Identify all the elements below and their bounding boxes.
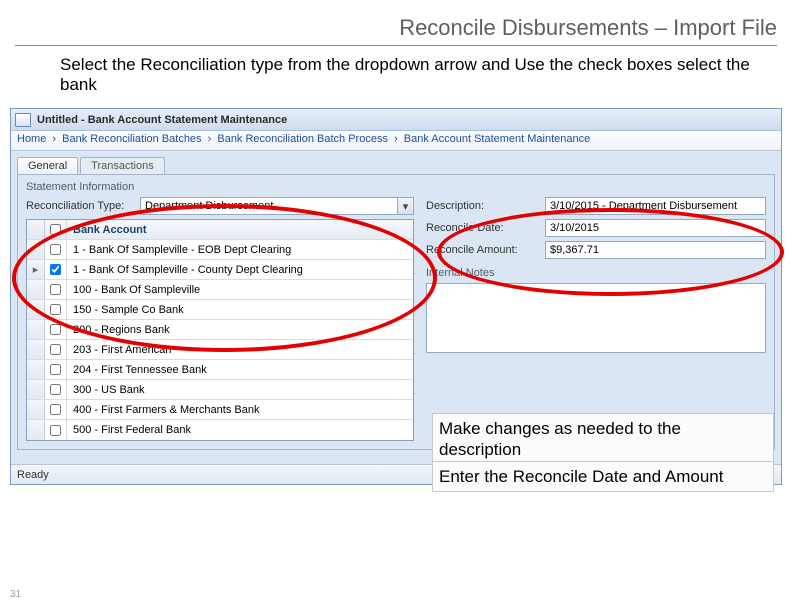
row-checkbox-cell[interactable] [45,340,67,359]
table-row[interactable]: 204 - First Tennessee Bank [27,360,413,380]
row-checkbox[interactable] [50,324,61,335]
tab-transactions[interactable]: Transactions [80,157,165,174]
bank-account-cell: 100 - Bank Of Sampleville [67,280,413,299]
row-checkbox-cell[interactable] [45,320,67,339]
reconcile-date-label: Reconcile Date: [426,222,541,234]
row-checkbox-cell[interactable] [45,300,67,319]
bank-accounts-grid: Bank Account 1 - Bank Of Sampleville - E… [26,219,414,441]
row-gutter [27,340,45,359]
bank-account-cell: 1 - Bank Of Sampleville - EOB Dept Clear… [67,240,413,259]
slide-title: Reconcile Disbursements – Import File [15,15,777,46]
table-row[interactable]: 203 - First American [27,340,413,360]
row-checkbox-cell[interactable] [45,280,67,299]
grid-header-cell[interactable]: Bank Account [67,220,413,239]
reconcile-amount-label: Reconcile Amount: [426,244,541,256]
reconciliation-type-label: Reconciliation Type: [26,200,136,212]
row-checkbox[interactable] [50,244,61,255]
table-row[interactable]: 300 - US Bank [27,380,413,400]
bank-account-cell: 150 - Sample Co Bank [67,300,413,319]
select-all-checkbox[interactable] [50,224,61,235]
row-checkbox[interactable] [50,284,61,295]
status-text: Ready [17,469,49,481]
bank-account-cell: 203 - First American [67,340,413,359]
tab-strip: General Transactions [11,151,781,174]
window-icon [15,113,31,127]
table-row[interactable]: 400 - First Farmers & Merchants Bank [27,400,413,420]
breadcrumb-item[interactable]: Bank Reconciliation Batches [62,133,201,145]
row-checkbox-cell[interactable] [45,380,67,399]
breadcrumb-item[interactable]: Bank Reconciliation Batch Process [217,133,388,145]
row-checkbox[interactable] [50,304,61,315]
description-label: Description: [426,200,541,212]
reconcile-amount-field[interactable]: $9,367.71 [545,241,766,259]
bank-account-cell: 500 - First Federal Bank [67,420,413,440]
bank-account-cell: 204 - First Tennessee Bank [67,360,413,379]
instruction-top: Select the Reconciliation type from the … [60,55,762,95]
row-checkbox-cell[interactable] [45,240,67,259]
page-number: 31 [10,589,21,600]
reconcile-date-field[interactable]: 3/10/2015 [545,219,766,237]
table-row[interactable]: 100 - Bank Of Sampleville [27,280,413,300]
chevron-down-icon[interactable]: ▾ [397,198,413,214]
row-checkbox[interactable] [50,264,61,275]
row-gutter [27,300,45,319]
row-gutter [27,360,45,379]
chevron-right-icon: › [205,133,215,145]
instruction-mid: Make changes as needed to the descriptio… [432,413,774,466]
row-gutter [27,280,45,299]
window-title: Untitled - Bank Account Statement Mainte… [37,114,287,126]
row-checkbox-cell[interactable] [45,420,67,440]
row-gutter [27,400,45,419]
row-gutter [27,240,45,259]
table-row[interactable]: 150 - Sample Co Bank [27,300,413,320]
reconciliation-type-dropdown[interactable]: Department Disbursement ▾ [140,197,414,215]
row-checkbox[interactable] [50,344,61,355]
bank-account-cell: 1 - Bank Of Sampleville - County Dept Cl… [67,260,413,279]
row-checkbox[interactable] [50,404,61,415]
bank-account-cell: 400 - First Farmers & Merchants Bank [67,400,413,419]
breadcrumb-item[interactable]: Home [17,133,46,145]
description-field[interactable]: 3/10/2015 - Department Disbursement [545,197,766,215]
row-checkbox-cell[interactable] [45,360,67,379]
internal-notes-field[interactable] [426,283,766,353]
row-checkbox-cell[interactable] [45,260,67,279]
bank-account-cell: 300 - US Bank [67,380,413,399]
table-row[interactable]: 1 - Bank Of Sampleville - EOB Dept Clear… [27,240,413,260]
row-checkbox[interactable] [50,384,61,395]
internal-notes-label: Internal Notes [426,267,766,279]
table-row[interactable]: 500 - First Federal Bank [27,420,413,440]
grid-header-row: Bank Account [27,220,413,240]
instruction-bottom: Enter the Reconcile Date and Amount [432,461,774,492]
statement-panel: Statement Information Reconciliation Typ… [17,174,775,450]
row-gutter [27,320,45,339]
breadcrumb-item[interactable]: Bank Account Statement Maintenance [404,133,591,145]
grid-header-check[interactable] [45,220,67,239]
tab-general[interactable]: General [17,157,78,174]
table-row[interactable]: 200 - Regions Bank [27,320,413,340]
section-label: Statement Information [26,181,766,193]
chevron-right-icon: › [391,133,401,145]
grid-gutter [27,220,45,239]
row-checkbox[interactable] [50,364,61,375]
row-gutter [27,420,45,440]
reconciliation-type-value: Department Disbursement [141,200,397,212]
table-row[interactable]: ▸ 1 - Bank Of Sampleville - County Dept C… [27,260,413,280]
row-gutter [27,380,45,399]
chevron-right-icon: › [49,133,59,145]
breadcrumb: Home › Bank Reconciliation Batches › Ban… [11,131,781,151]
row-checkbox[interactable] [50,425,61,436]
row-gutter: ▸ [27,260,45,279]
bank-account-cell: 200 - Regions Bank [67,320,413,339]
row-checkbox-cell[interactable] [45,400,67,419]
titlebar: Untitled - Bank Account Statement Mainte… [11,109,781,131]
